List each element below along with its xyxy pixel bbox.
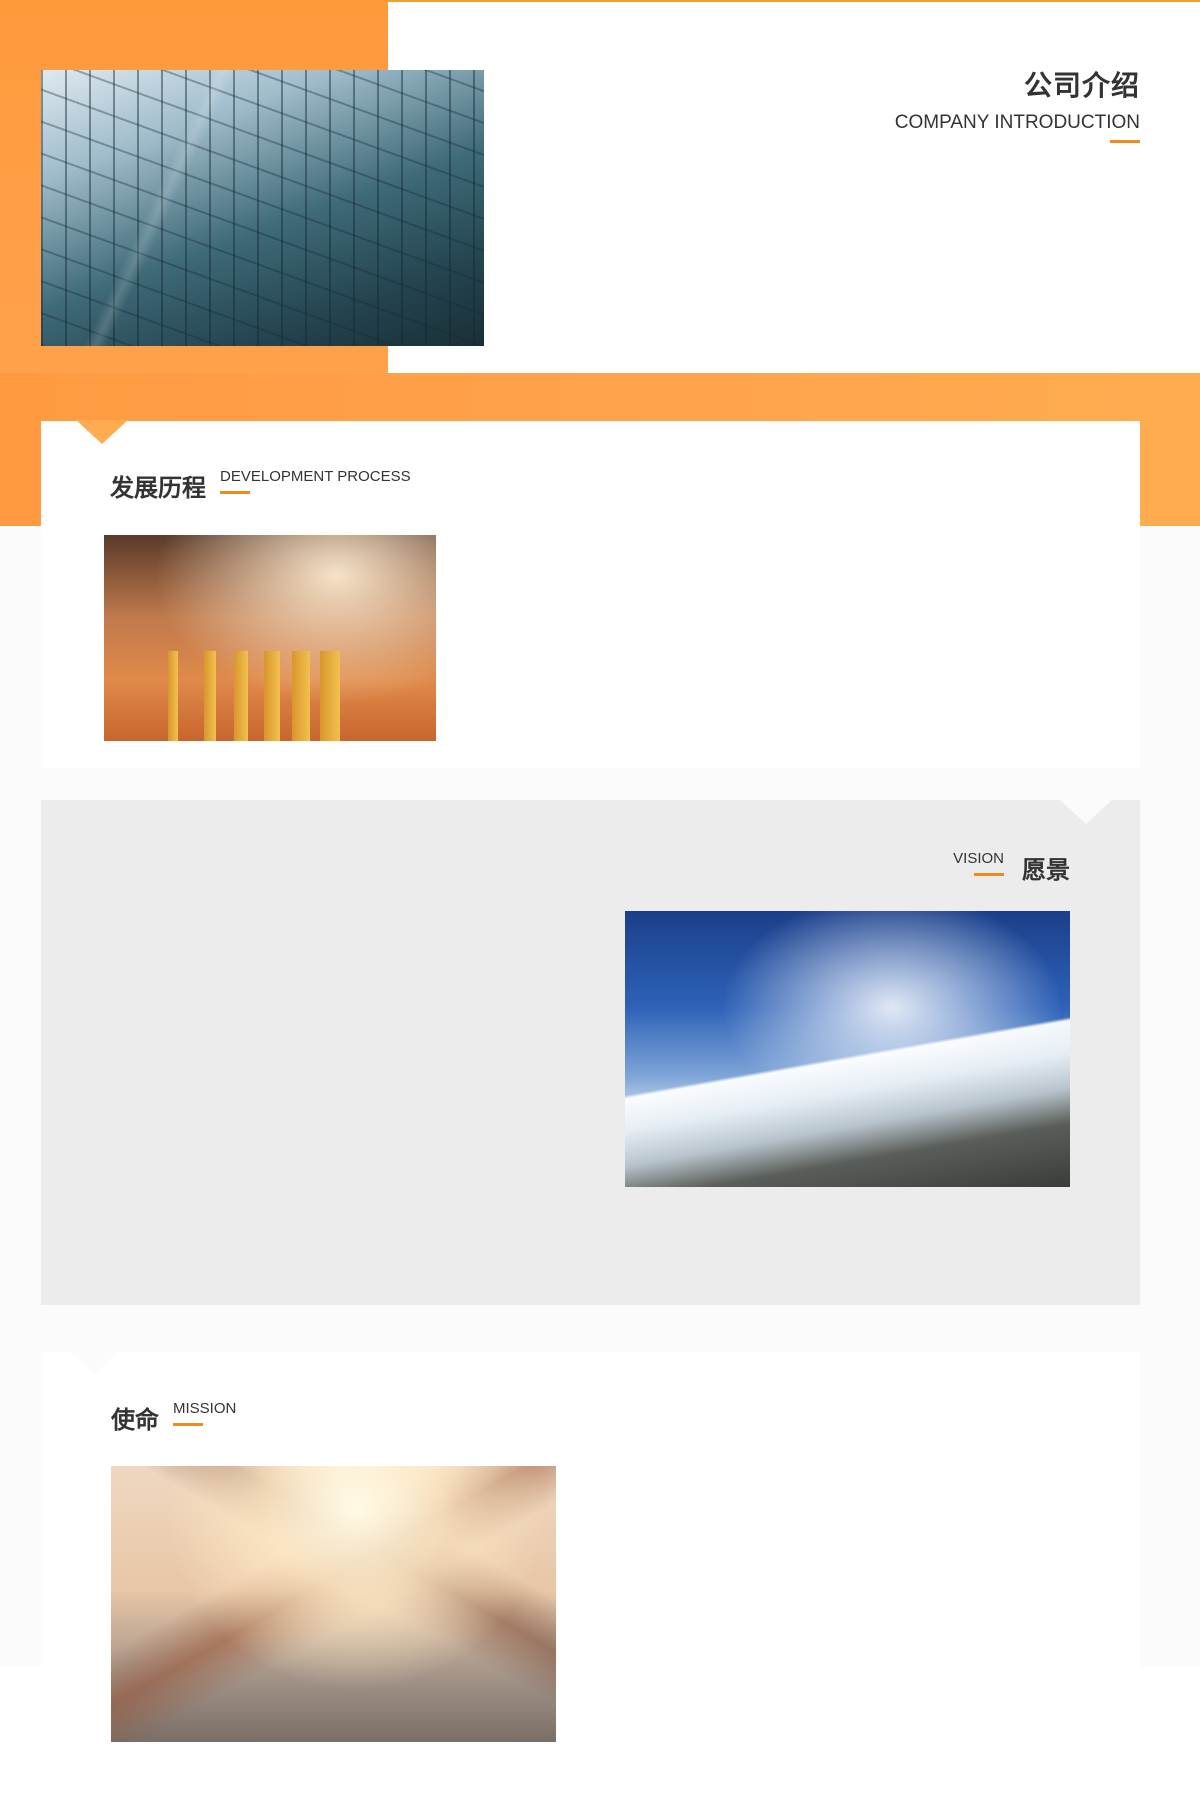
growth-chart-photo bbox=[104, 535, 436, 741]
mission-title-cn: 使命 bbox=[111, 1406, 159, 1434]
mission-card-notch bbox=[70, 1352, 118, 1374]
mountain-photo bbox=[625, 911, 1070, 1187]
company-intro-title: 公司介绍 bbox=[1023, 69, 1140, 102]
company-intro-underline bbox=[1110, 140, 1140, 143]
development-title-en-wrap: DEVELOPMENT PROCESS bbox=[220, 468, 411, 494]
mission-title-en-wrap: MISSION bbox=[173, 1400, 236, 1426]
vision-heading: VISION 愿景 bbox=[953, 850, 1070, 885]
building-photo bbox=[41, 70, 484, 346]
mission-title-en: MISSION bbox=[173, 1400, 237, 1417]
development-title-cn: 发展历程 bbox=[110, 474, 206, 502]
development-title-en: DEVELOPMENT PROCESS bbox=[220, 468, 411, 485]
development-card-notch bbox=[76, 420, 128, 444]
vision-title-en-wrap: VISION bbox=[953, 850, 1004, 876]
vision-title-cn: 愿景 bbox=[1022, 856, 1070, 884]
page-bottom bbox=[0, 1772, 1200, 1800]
vision-underline bbox=[974, 873, 1004, 876]
vision-panel-notch bbox=[1060, 800, 1112, 824]
mission-heading: 使命 MISSION bbox=[111, 1400, 236, 1435]
company-intro-heading: 公司介绍 COMPANY INTRODUCTION bbox=[894, 64, 1140, 143]
team-meeting-photo bbox=[111, 1466, 556, 1742]
development-underline bbox=[220, 491, 250, 494]
company-intro-subtitle: COMPANY INTRODUCTION bbox=[894, 112, 1140, 133]
mission-underline bbox=[173, 1423, 203, 1426]
vision-title-en: VISION bbox=[953, 850, 1004, 867]
development-process-heading: 发展历程 DEVELOPMENT PROCESS bbox=[110, 468, 411, 503]
